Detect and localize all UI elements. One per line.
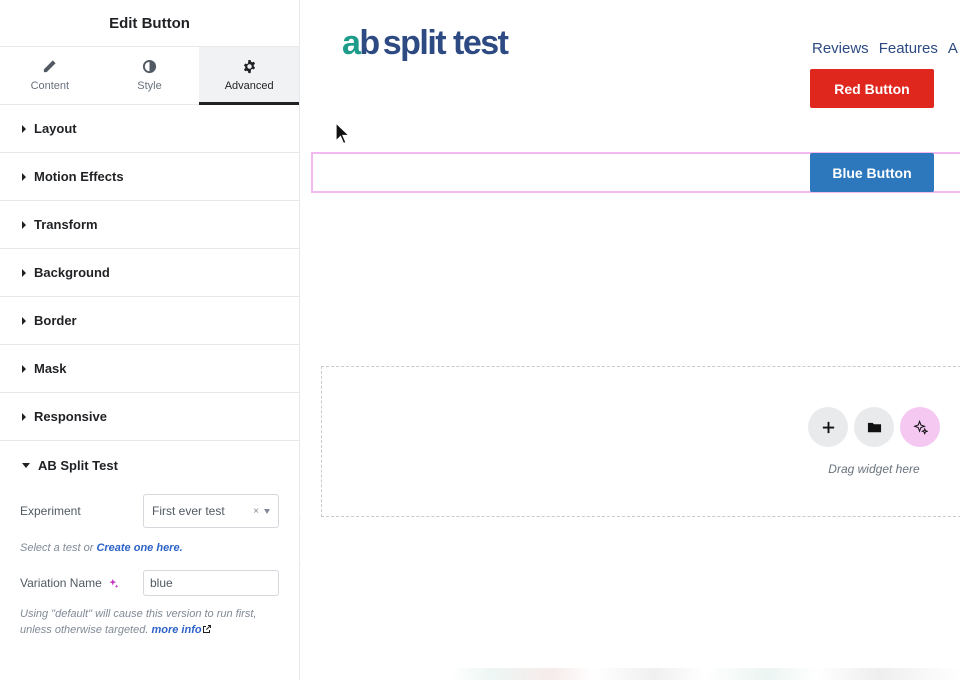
caret-down-icon — [22, 462, 30, 468]
chevron-down-icon[interactable] — [264, 508, 270, 514]
section-label: Responsive — [34, 409, 107, 424]
experiment-help: Select a test or Create one here. — [20, 540, 279, 556]
ai-sparkle-icon — [912, 419, 928, 435]
create-test-link[interactable]: Create one here. — [96, 542, 182, 554]
dropzone-hint: Drag widget here — [828, 462, 920, 476]
caret-right-icon — [22, 364, 26, 373]
logo-a: a — [342, 24, 361, 62]
panel-title: Edit Button — [0, 0, 299, 47]
caret-right-icon — [22, 268, 26, 277]
section-label: Motion Effects — [34, 169, 124, 184]
section-label: Mask — [34, 361, 67, 376]
caret-right-icon — [22, 220, 26, 229]
tab-style-label: Style — [137, 80, 162, 92]
nav-item-reviews[interactable]: Reviews — [812, 40, 869, 57]
add-section-button[interactable] — [808, 407, 848, 447]
more-info-link[interactable]: more info — [151, 624, 211, 636]
variation-label: Variation Name — [20, 576, 102, 590]
dropzone-buttons — [808, 407, 940, 447]
section-border[interactable]: Border — [0, 297, 299, 345]
tab-content-label: Content — [30, 80, 70, 92]
tab-advanced[interactable]: Advanced — [199, 47, 300, 105]
experiment-row: Experiment First ever test × — [20, 494, 279, 528]
mouse-cursor-icon — [335, 122, 351, 145]
experiment-value: First ever test — [152, 504, 225, 518]
partial-content-strip — [451, 668, 960, 680]
variation-row: Variation Name blue — [20, 570, 279, 596]
folder-icon — [867, 422, 881, 432]
empty-section-dropzone[interactable]: Drag widget here — [321, 366, 960, 517]
section-label: Layout — [34, 121, 77, 136]
site-logo[interactable]: ab split test — [342, 24, 509, 63]
more-info-label: more info — [151, 624, 202, 636]
section-label: Background — [34, 265, 110, 280]
section-transform[interactable]: Transform — [0, 201, 299, 249]
experiment-label: Experiment — [20, 504, 81, 518]
nav-item-truncated[interactable]: A — [948, 40, 958, 57]
section-label: Border — [34, 313, 77, 328]
caret-right-icon — [22, 172, 26, 181]
clear-icon[interactable]: × — [253, 506, 259, 517]
section-motion-effects[interactable]: Motion Effects — [0, 153, 299, 201]
variation-help: Using "default" will cause this version … — [20, 606, 279, 638]
tab-advanced-label: Advanced — [224, 80, 274, 92]
experiment-help-text: Select a test or — [20, 542, 97, 554]
section-label: AB Split Test — [38, 457, 118, 473]
caret-right-icon — [22, 124, 26, 133]
section-label: Transform — [34, 217, 98, 232]
section-layout[interactable]: Layout — [0, 105, 299, 153]
half-circle-icon — [142, 59, 157, 74]
caret-right-icon — [22, 412, 26, 421]
logo-rest: split test — [382, 24, 509, 62]
section-background[interactable]: Background — [0, 249, 299, 297]
blue-button[interactable]: Blue Button — [810, 153, 934, 192]
nav-item-features[interactable]: Features — [879, 40, 938, 57]
gear-icon — [243, 59, 255, 74]
site-nav: Reviews Features A — [812, 40, 958, 57]
panel-tabs: Content Style Advanced — [0, 47, 300, 105]
tab-content[interactable]: Content — [0, 47, 100, 104]
section-ab-split-test[interactable]: AB Split Test — [0, 441, 299, 489]
caret-right-icon — [22, 316, 26, 325]
ai-sparkle-icon[interactable] — [108, 578, 119, 589]
variation-name-input[interactable]: blue — [143, 570, 279, 596]
tab-style[interactable]: Style — [100, 47, 200, 104]
logo-b: b — [359, 24, 380, 62]
section-mask[interactable]: Mask — [0, 345, 299, 393]
ai-generate-button[interactable] — [900, 407, 940, 447]
red-button[interactable]: Red Button — [810, 69, 934, 108]
section-responsive[interactable]: Responsive — [0, 393, 299, 441]
select-icons: × — [253, 506, 270, 517]
experiment-select[interactable]: First ever test × — [143, 494, 279, 528]
plus-icon — [822, 421, 834, 433]
pencil-icon — [44, 60, 56, 73]
variation-help-text: Using "default" will cause this version … — [20, 608, 257, 636]
ab-split-controls: Experiment First ever test × Select a te… — [0, 494, 299, 638]
editor-panel: Edit Button Content Style Advanced Layou… — [0, 0, 300, 680]
preview-canvas: ab split test Reviews Features A Red Butt… — [301, 0, 960, 680]
template-library-button[interactable] — [854, 407, 894, 447]
external-link-icon — [202, 625, 211, 633]
variation-label-wrap: Variation Name — [20, 576, 119, 590]
